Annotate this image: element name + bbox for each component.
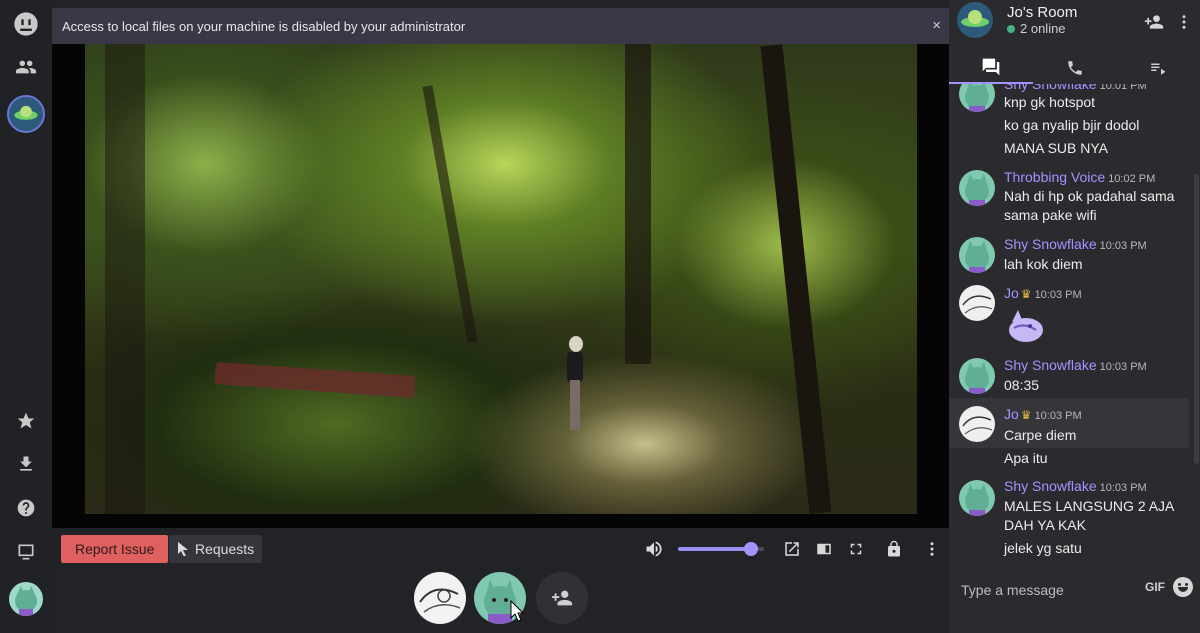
message-time: 10:03 PM [1099,361,1147,373]
message-text: MALES LANGSUNG 2 AJA DAH YA KAK [1004,498,1174,533]
volume-icon[interactable] [644,539,664,559]
help-icon[interactable] [8,490,44,526]
star-icon[interactable] [8,403,44,439]
online-status: 2 online [1007,21,1066,36]
message-author[interactable]: Throbbing Voice 10:02 PM [1004,169,1155,185]
video-player[interactable] [52,44,949,528]
add-user-icon [551,590,573,606]
message-avatar [959,84,995,112]
report-issue-button[interactable]: Report Issue [61,535,169,563]
panel-tabs [949,52,1200,84]
chat-panel: Jo's Room 2 online Shy Snowflake 10:01 PM… [949,0,1200,633]
player-controls: Report Issue Requests [52,528,949,570]
theater-icon[interactable] [814,539,834,559]
video-frame [85,44,917,514]
room-header: Jo's Room 2 online [949,0,1200,52]
message-time: 10:03 PM [1099,482,1147,494]
emoji-icon[interactable] [1173,577,1193,597]
message-text: ko ga nyalip bjir dodol [1004,117,1140,133]
add-user-icon[interactable] [1143,11,1165,33]
tab-call[interactable] [1033,52,1117,84]
room-title: Jo's Room [1007,4,1078,21]
invite-button[interactable] [536,572,588,624]
notice-banner: Access to local files on your machine is… [52,8,949,44]
message-text: 08:35 [1004,377,1040,393]
message-author[interactable]: Jo ♛ 10:03 PM [1004,406,1082,422]
online-count: 2 online [1020,21,1066,36]
more-icon[interactable] [1173,11,1195,33]
crown-icon: ♛ [1020,287,1032,301]
tree-trunk [422,85,478,343]
tree-trunk [105,44,145,514]
left-rail [0,0,52,633]
fullscreen-icon[interactable] [846,539,866,559]
cursor-icon [178,542,188,556]
requests-button[interactable]: Requests [169,535,263,563]
main-area: Access to local files on your machine is… [52,0,949,633]
sticker-image [1009,310,1043,342]
lock-icon[interactable] [884,539,904,559]
room-avatar [957,2,993,38]
close-icon[interactable]: × [932,17,941,34]
message-avatar [959,170,995,206]
message-time: 10:03 PM [1099,240,1147,252]
playlist-icon [1151,63,1166,75]
crown-icon: ♛ [1020,408,1032,422]
message-author[interactable]: Jo ♛ 10:03 PM [1004,285,1082,301]
more-icon[interactable] [922,539,942,559]
message-avatar [959,480,995,516]
screen-icon[interactable] [8,534,44,570]
message-avatar [959,285,995,321]
volume-slider[interactable] [678,542,764,556]
tree-trunk [760,44,832,514]
message-text: MANA SUB NYA [1004,140,1108,156]
members-bar [52,570,949,633]
friends-icon[interactable] [8,49,44,85]
message-author[interactable]: Shy Snowflake 10:01 PM [1004,84,1147,92]
download-icon[interactable] [8,446,44,482]
pointer-icon [510,600,524,622]
online-dot [1007,24,1015,33]
home-icon[interactable] [8,6,44,42]
room-avatar[interactable] [7,95,45,133]
message-text: Nah di hp ok padahal sama sama pake wifi [1004,188,1175,223]
message-author[interactable]: Shy Snowflake 10:03 PM [1004,478,1147,494]
message-author[interactable]: Shy Snowflake 10:03 PM [1004,357,1147,373]
message-avatar [959,406,995,442]
scrollbar[interactable] [1194,174,1199,464]
tree-trunk [625,44,651,364]
fallen-log [214,362,416,398]
message-composer: GIF [949,568,1200,612]
gif-button[interactable]: GIF [1145,580,1165,594]
message-text: knp gk hotspot [1004,94,1096,110]
popout-icon[interactable] [782,539,802,559]
volume-fill [678,547,752,551]
message-text: Apa itu [1004,450,1048,466]
banner-text: Access to local files on your machine is… [62,18,466,34]
message-text: jelek yg satu [1004,540,1082,556]
message-time: 10:02 PM [1108,173,1156,185]
message-avatar [959,237,995,273]
member-avatar[interactable] [414,572,466,624]
message-avatar [959,358,995,394]
tab-playlist[interactable] [1116,52,1200,84]
person-figure [565,336,585,436]
chat-icon [982,58,1000,76]
message-list: Shy Snowflake 10:01 PM knp gk hotspot ko … [949,84,1200,568]
volume-knob[interactable] [744,542,759,556]
requests-label: Requests [195,541,255,557]
message-time: 10:01 PM [1099,84,1147,92]
tab-chat[interactable] [949,52,1033,84]
message-input[interactable] [961,578,1141,602]
message-text: Carpe diem [1004,427,1077,443]
message-time: 10:03 PM [1034,410,1082,422]
message-text: lah kok diem [1004,256,1083,272]
message-author[interactable]: Shy Snowflake 10:03 PM [1004,236,1147,252]
phone-icon [1067,61,1082,75]
user-avatar[interactable] [9,582,43,616]
message-time: 10:03 PM [1034,289,1082,301]
